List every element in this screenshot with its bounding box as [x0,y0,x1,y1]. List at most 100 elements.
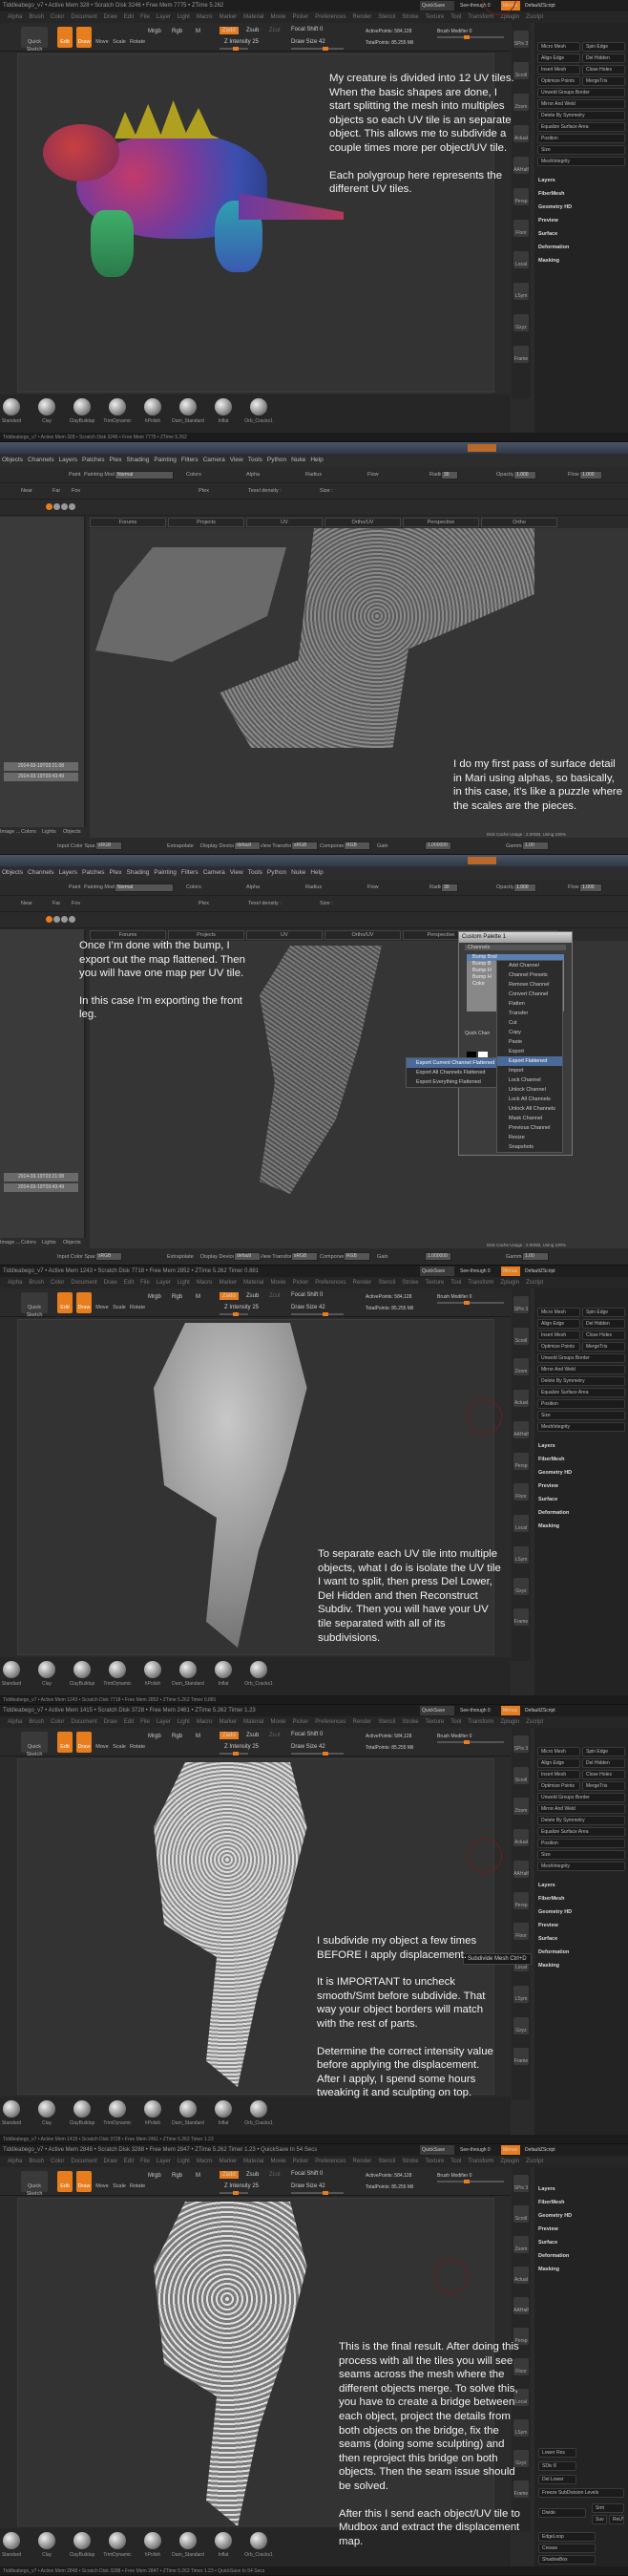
menu-item[interactable]: Stroke [402,1280,418,1286]
menu-item[interactable]: Texture [426,1280,445,1286]
z-intensity-slider[interactable]: Z Intensity 25 [224,1305,259,1310]
palette-meshintegrity-button[interactable]: MeshIntegrity [537,1422,625,1432]
mrgb-toggle[interactable]: Mrgb [148,29,161,34]
alpha[interactable]: Alpha [246,884,260,890]
slider-track[interactable] [291,2191,344,2195]
menu-item[interactable]: Picker [293,2159,309,2164]
zcut-button[interactable]: Zcut [269,28,281,33]
view-gxyz-button[interactable]: Gxyz [513,1577,529,1595]
palette-insert-mesh-button[interactable]: Insert Mesh [537,1770,580,1779]
gain-value-field[interactable]: 1.000000 [425,1252,451,1261]
quick_sketch-button[interactable]: Quick Sketch [21,2171,48,2197]
menu-item[interactable]: Render [353,1719,372,1725]
brush-trimdynamic[interactable]: TrimDynamic [98,2100,136,2126]
draw-button[interactable]: Draw [76,1292,92,1313]
submenu-item[interactable]: Export Everything Flattened [407,1077,496,1087]
tab-perspective[interactable]: Perspective [403,518,479,527]
view-floor-button[interactable]: Floor [513,1923,529,1941]
geometry-suv-button[interactable]: Suv [592,2515,607,2524]
slider-track[interactable] [220,2191,248,2195]
menu-item[interactable]: Zplugin [500,14,519,20]
brush-hpolish[interactable]: hPolish [134,2532,172,2558]
palette-meshintegrity-button[interactable]: MeshIntegrity [537,1862,625,1871]
component-value-field[interactable]: RGB [344,1252,370,1261]
brush-orb_cracks1[interactable]: Orb_Cracks1 [240,2532,278,2558]
view-actual-button[interactable]: Actual [513,2267,529,2284]
menu-item[interactable]: Tools [248,869,262,876]
mrgb-toggle[interactable]: Mrgb [148,1294,161,1300]
menu-item[interactable]: Nuke [291,869,305,876]
brush-claybuildup[interactable]: ClayBuildup [63,2532,101,2558]
palette-section-preview[interactable]: Preview [538,1483,558,1489]
palette-insert-mesh-button[interactable]: Insert Mesh [537,65,580,75]
palette-section-geometryhd[interactable]: Geometry HD [538,204,572,210]
painting-mode-label[interactable]: Painting Mode [84,472,117,478]
menu-item[interactable]: Movie [271,1280,286,1286]
focal-shift-slider[interactable]: Focal Shift 0 [291,1292,323,1298]
slider-track[interactable] [220,1312,248,1316]
menu-item[interactable]: Unlock Channel [497,1085,562,1095]
shading-mode-icon[interactable] [61,916,68,923]
menu-item[interactable]: Flatten [497,999,562,1009]
palette-close-holes-button[interactable]: Close Holes [582,1331,625,1340]
menu-item[interactable]: Preferences [315,1719,345,1725]
palette-section-masking[interactable]: Masking [538,1523,559,1529]
view-scroll-button[interactable]: Scroll [513,2205,529,2223]
shading-mode-icon[interactable] [46,503,52,510]
menu-item[interactable]: Layer [157,2159,171,2164]
menu-item[interactable]: Layers [59,869,78,876]
brush-clay[interactable]: Clay [28,2100,66,2126]
zadd-button[interactable]: Zadd [220,27,239,34]
menu-item[interactable]: Brush [29,1719,44,1725]
geometry-lower-res-button[interactable]: Lower Res [538,2448,576,2458]
menu-item[interactable]: Light [178,1280,190,1286]
m-toggle[interactable]: M [196,29,200,34]
draw-size-slider[interactable]: Draw Size 42 [291,1305,325,1310]
default_zscript-button[interactable]: DefaultZScript [523,2145,561,2155]
slider-track[interactable] [437,1301,504,1305]
view-lsym-button[interactable]: LSym [513,283,529,300]
slider-handle[interactable] [464,35,470,39]
view-zoom-button[interactable]: Zoom [513,1798,529,1816]
menu-item[interactable]: Light [178,2159,190,2164]
zcut-button[interactable]: Zcut [269,2172,281,2178]
menu-item[interactable]: Stencil [378,1280,395,1286]
menu-item[interactable]: File [140,1280,150,1286]
menu-item[interactable]: Marker [219,1280,237,1286]
z-intensity-slider[interactable]: Z Intensity 25 [224,1744,259,1750]
slider-track[interactable] [220,47,248,51]
menu-item[interactable]: Macro [197,1719,213,1725]
menu-item[interactable]: Channels [28,869,53,876]
brush-modifier[interactable]: Brush Modifier 0 [437,29,471,34]
view-aahalf-button[interactable]: AAHalf [513,2297,529,2314]
menu-item[interactable]: Preferences [315,1280,345,1286]
brush-claybuildup[interactable]: ClayBuildup [63,1661,101,1687]
geometry-smt-button[interactable]: Smt [592,2503,624,2513]
view-spix3-button[interactable]: SPix 3 [513,31,529,48]
menu-item[interactable]: Zplugin [500,1280,519,1286]
project-row[interactable]: 2014-03-19T03:43:49 [4,1183,78,1192]
focal-shift-slider[interactable]: Focal Shift 0 [291,1732,323,1737]
mrgb-toggle[interactable]: Mrgb [148,2173,161,2179]
panel-tab-3[interactable]: Objects [63,829,81,835]
palette-align-edge-button[interactable]: Align Edge [537,53,580,63]
menu-item[interactable]: Nuke [291,457,305,463]
device-value-field[interactable]: default [234,841,261,850]
opacity-field[interactable]: 1.000 [513,471,536,479]
palette-unweld-groups-border-button[interactable]: Unweld Groups Border [537,1793,625,1802]
view-zoom-button[interactable]: Zoom [513,2236,529,2253]
menu-item[interactable]: View [230,457,243,463]
palette-spin-edge-button[interactable]: Spin Edge [582,42,625,52]
brush-standard[interactable]: Standard [0,2100,31,2126]
quick_sketch-button[interactable]: Quick Sketch [21,27,48,53]
menu-item[interactable]: Light [178,1719,190,1725]
edit-button[interactable]: Edit [57,1292,73,1313]
slider-handle[interactable] [232,1312,239,1316]
menu-item[interactable]: Tools [248,457,262,463]
brush-modifier[interactable]: Brush Modifier 0 [437,1734,471,1739]
menu-item[interactable]: Python [267,869,286,876]
brush-inflat[interactable]: Inflat [204,2532,242,2558]
menu-item[interactable]: Draw [104,1280,117,1286]
palette-section-preview[interactable]: Preview [538,2226,558,2232]
rgb-toggle[interactable]: Rgb [172,2173,182,2179]
